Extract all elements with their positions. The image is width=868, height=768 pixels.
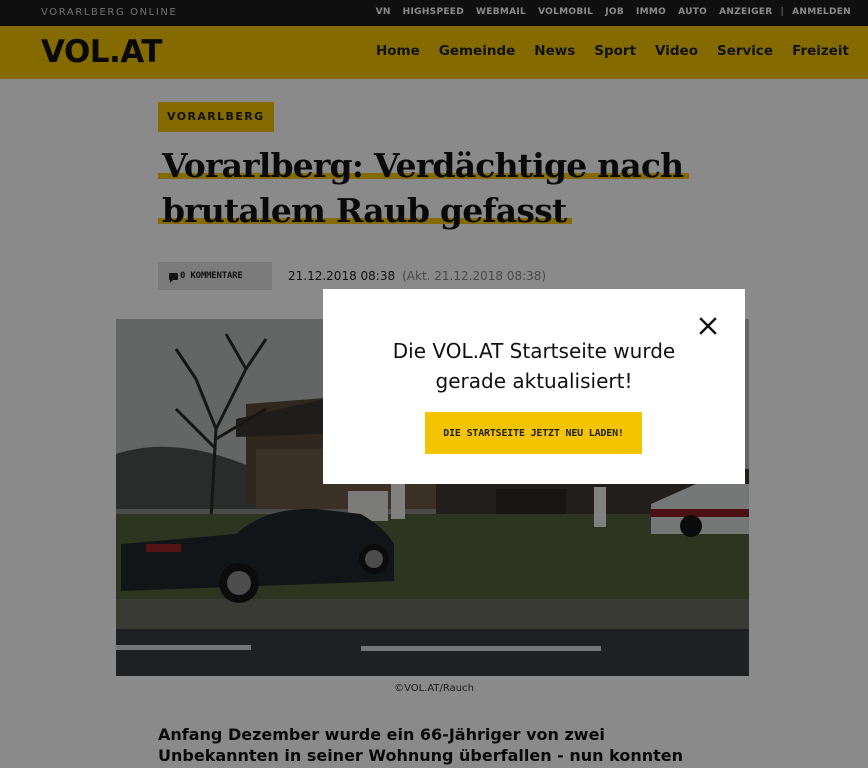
reload-dialog: Die VOL.AT Startseite wurde gerade aktua… [323,289,745,484]
modal-backdrop[interactable]: Die VOL.AT Startseite wurde gerade aktua… [0,0,868,768]
dialog-title-line-2: gerade aktualisiert! [435,369,633,393]
close-icon[interactable] [699,317,717,335]
dialog-title-line-1: Die VOL.AT Startseite wurde [392,339,676,363]
reload-homepage-button[interactable]: DIE STARTSEITE JETZT NEU LADEN! [425,412,642,454]
dialog-title: Die VOL.AT Startseite wurde gerade aktua… [323,336,745,396]
